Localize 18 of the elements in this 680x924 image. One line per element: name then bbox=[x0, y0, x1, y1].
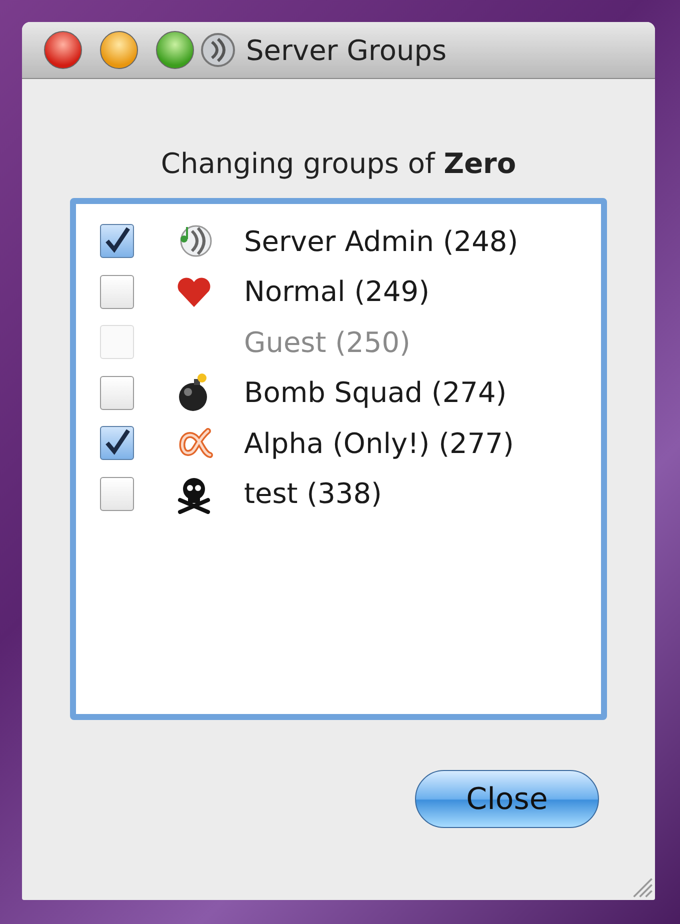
group-label: Bomb Squad (274) bbox=[244, 376, 507, 410]
window-title: Server Groups bbox=[246, 34, 447, 66]
checkbox[interactable] bbox=[100, 426, 134, 460]
speaker-icon bbox=[198, 30, 238, 70]
zoom-button[interactable] bbox=[156, 31, 194, 69]
minimize-button[interactable] bbox=[100, 31, 138, 69]
group-label: Alpha (Only!) (277) bbox=[244, 426, 514, 460]
checkbox[interactable] bbox=[100, 274, 134, 309]
checkbox[interactable] bbox=[100, 476, 134, 511]
group-label: Guest (250) bbox=[244, 326, 410, 359]
close-window-button[interactable] bbox=[44, 31, 82, 69]
checkbox[interactable] bbox=[100, 376, 134, 410]
group-label: Normal (249) bbox=[244, 275, 430, 308]
close-button[interactable]: Close bbox=[415, 770, 599, 828]
group-label: test (338) bbox=[244, 477, 382, 510]
dialog-heading: Changing groups of Zero bbox=[160, 147, 518, 180]
checkbox[interactable] bbox=[100, 224, 134, 258]
group-label: Server Admin (248) bbox=[244, 224, 518, 258]
